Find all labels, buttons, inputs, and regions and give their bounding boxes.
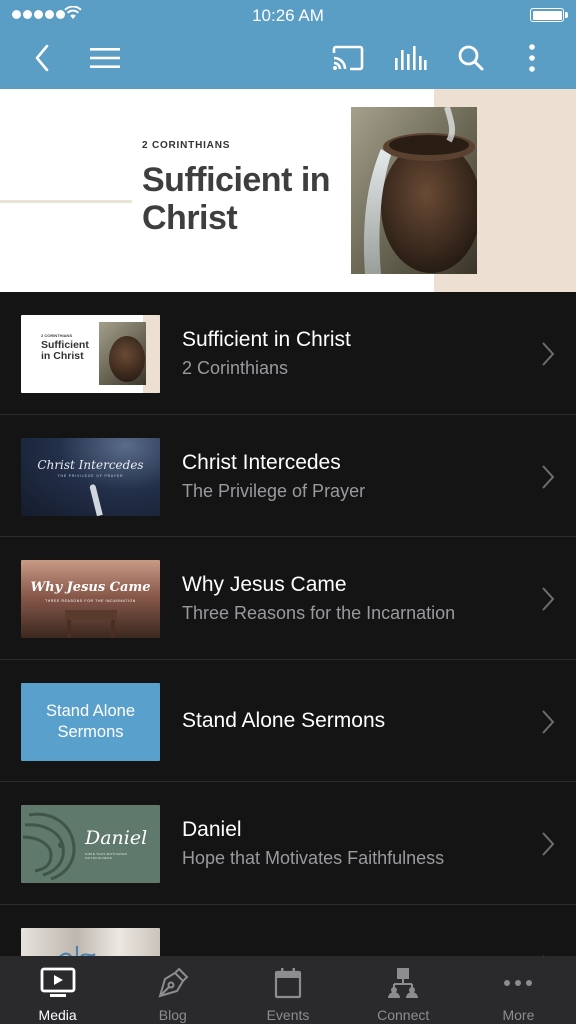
status-time: 10:26 AM [252,6,324,25]
thumbnail-title: Christ Intercedes [37,457,144,472]
list-item[interactable]: Stand Alone Sermons Stand Alone Sermons [0,660,576,782]
series-subtitle: The Privilege of Prayer [182,480,366,501]
list-item[interactable]: Daniel HOPE THAT MOTIVATES FAITHFULNESS … [0,782,576,905]
tab-connect[interactable]: Connect [346,956,461,1024]
back-button[interactable] [22,38,62,78]
list-item[interactable]: 2 CORINTHIANS Sufficient in Christ Suffi… [0,292,576,415]
chevron-left-icon [35,44,49,72]
chevron-right-icon [542,464,555,489]
thumbnail-title: Daniel [85,827,148,849]
horizontal-dots-icon [504,980,533,986]
chevron-right-icon [542,709,555,734]
series-title: Why Jesus Came [182,573,347,596]
featured-series-banner[interactable]: 2 CORINTHIANS Sufficient in Christ [0,89,576,292]
series-thumbnail: Christ Intercedes THE PRIVILEGE OF PRAYE… [21,437,160,516]
chevron-right-icon [542,587,555,611]
calendar-icon [274,968,302,999]
hamburger-icon [90,48,120,68]
search-icon [458,45,484,71]
series-list: 2 CORINTHIANS Sufficient in Christ Suffi… [0,292,576,956]
series-thumbnail [21,927,160,956]
audio-bars-icon [395,46,427,70]
list-item[interactable]: Why Jesus Came THREE REASONS FOR THE INC… [0,537,576,660]
series-subtitle: Hope that Motivates Faithfulness [182,848,445,868]
tab-media[interactable]: Media [0,956,115,1024]
tv-play-icon [40,967,75,997]
cast-button[interactable] [328,38,368,78]
tab-more[interactable]: More [461,956,576,1024]
cast-icon [332,45,364,71]
top-bar: 10:26 AM [0,0,576,89]
lion-illustration [22,812,76,881]
water-jar-photo [351,107,477,274]
thumbnail-kicker: THREE REASONS FOR THE INCARNATION [45,599,136,603]
tab-blog[interactable]: Blog [115,956,230,1024]
thumbnail-kicker: 2 CORINTHIANS [41,333,73,338]
banner-accent-line [0,200,132,203]
people-network-icon [388,968,419,998]
battery-icon [530,8,568,22]
script-lettering [58,945,96,956]
more-options-button[interactable] [512,38,552,78]
series-subtitle: 2 Corinthians [182,358,289,378]
series-thumbnail: 2 CORINTHIANS Sufficient in Christ [21,315,160,393]
tab-events[interactable]: Events [230,956,345,1024]
chevron-right-icon [542,342,555,366]
banner-kicker: 2 CORINTHIANS [142,140,231,151]
series-thumbnail: Daniel HOPE THAT MOTIVATES FAITHFULNESS [21,805,160,883]
status-bar: 10:26 AM [0,0,576,30]
vertical-dots-icon [529,44,535,72]
thumbnail-kicker: HOPE THAT MOTIVATES FAITHFULNESS [85,852,128,860]
series-title: Christ Intercedes [182,450,341,474]
bottom-tab-bar: Media Blog Events Connect More [0,956,576,1024]
thumbnail-title: Why Jesus Came [30,580,151,595]
thumbnail-kicker: THE PRIVILEGE OF PRAYER [57,473,124,478]
tab-label: Connect [377,1007,430,1023]
list-item[interactable]: Christ Intercedes THE PRIVILEGE OF PRAYE… [0,415,576,537]
thumbnail-title: Sufficient in Christ [41,339,89,362]
tab-label: Blog [158,1007,187,1023]
series-title: Daniel [182,818,242,841]
tab-label: More [502,1007,535,1023]
series-thumbnail: Stand Alone Sermons [21,682,160,761]
series-subtitle: Three Reasons for the Incarnation [182,603,456,623]
series-thumbnail: Why Jesus Came THREE REASONS FOR THE INC… [21,560,160,638]
audio-button[interactable] [390,38,430,78]
menu-button[interactable] [85,38,125,78]
thumbnail-title: Stand Alone Sermons [46,701,135,741]
tab-label: Events [266,1007,310,1023]
list-item[interactable] [0,905,576,956]
pen-nib-icon [158,967,189,998]
series-title: Stand Alone Sermons [182,708,386,732]
series-title: Sufficient in Christ [182,328,351,351]
chevron-right-icon [542,832,555,856]
search-button[interactable] [451,38,491,78]
banner-title: Sufficient in Christ [142,161,331,237]
tab-label: Media [38,1007,77,1023]
